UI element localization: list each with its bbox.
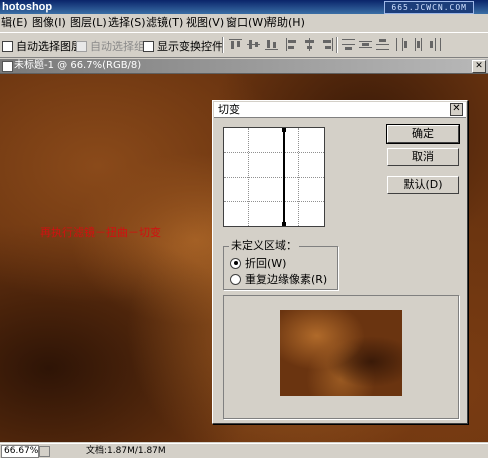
document-close-icon[interactable]: ✕: [472, 60, 486, 73]
align-left-icon[interactable]: [284, 37, 299, 52]
menu-select[interactable]: 选择(S): [108, 16, 146, 30]
menu-bar: 辑(E) 图像(I) 图层(L) 选择(S) 滤镜(T) 视图(V) 窗口(W)…: [0, 14, 488, 33]
menu-layer[interactable]: 图层(L): [70, 16, 107, 30]
zoom-field[interactable]: 66.67%: [1, 445, 39, 458]
shear-curve-line[interactable]: [283, 128, 285, 226]
show-transform-label: 显示变换控件: [157, 40, 223, 53]
status-bar: 66.67% 文档:1.87M/1.87M: [0, 443, 488, 458]
menu-help[interactable]: 帮助(H): [266, 16, 305, 30]
ok-button[interactable]: 确定: [386, 124, 460, 144]
curve-handle-bottom[interactable]: [282, 222, 286, 226]
repeat-edge-radio[interactable]: 重复边缘像素(R): [230, 271, 327, 287]
default-button[interactable]: 默认(D): [387, 176, 459, 194]
app-title: hotoshop: [2, 1, 53, 13]
wrap-around-radio[interactable]: 折回(W): [230, 255, 286, 271]
dialog-titlebar[interactable]: 切变 ✕: [214, 102, 466, 118]
align-top-icon[interactable]: [228, 37, 243, 52]
watermark-badge: 665.JCWCN.COM: [384, 1, 474, 14]
distribute-bottom-icon[interactable]: [375, 37, 390, 52]
menu-image[interactable]: 图像(I): [32, 16, 66, 30]
distribute-top-icon[interactable]: [341, 37, 356, 52]
align-right-icon[interactable]: [320, 37, 335, 52]
checkbox-icon: [76, 40, 87, 52]
menu-window[interactable]: 窗口(W): [226, 16, 267, 30]
cancel-button[interactable]: 取消: [387, 148, 459, 166]
grid-line: [224, 201, 324, 202]
options-bar: 自动选择图层 自动选择组 显示变换控件: [0, 33, 488, 58]
undefined-area-label: 未定义区域：: [229, 239, 299, 252]
grid-line: [298, 128, 299, 226]
app-titlebar: hotoshop 665.JCWCN.COM: [0, 0, 488, 14]
distribute-left-icon[interactable]: [394, 37, 409, 52]
document-title: 未标题-1 @ 66.7%(RGB/8): [14, 60, 142, 71]
repeat-edge-label: 重复边缘像素(R): [245, 273, 328, 286]
auto-select-layer-checkbox[interactable]: 自动选择图层: [2, 38, 82, 54]
radio-icon: [230, 273, 241, 285]
align-hcenter-icon[interactable]: [302, 37, 317, 52]
distribute-hcenter-icon[interactable]: [411, 37, 426, 52]
auto-select-group-label: 自动选择组: [90, 40, 145, 53]
grid-line: [224, 177, 324, 178]
document-titlebar[interactable]: 未标题-1 @ 66.7%(RGB/8) ✕: [0, 59, 488, 74]
menu-view[interactable]: 视图(V): [186, 16, 224, 30]
shear-dialog: 切变 ✕ 确定 取消 默认(D) 折回(W) 重复边缘像素(R) 未定义区域：: [212, 100, 468, 424]
preview-panel: [223, 295, 459, 419]
show-transform-checkbox[interactable]: 显示变换控件: [143, 38, 223, 54]
shear-curve-grid[interactable]: [223, 127, 325, 227]
dialog-title: 切变: [218, 103, 240, 116]
checkbox-icon: [2, 40, 13, 52]
align-vcenter-icon[interactable]: [246, 37, 261, 52]
radio-icon: [230, 257, 241, 269]
distribute-right-icon[interactable]: [428, 37, 443, 52]
undefined-area-group: 折回(W) 重复边缘像素(R): [223, 246, 338, 290]
separator: [336, 37, 338, 53]
distribute-vcenter-icon[interactable]: [358, 37, 373, 52]
document-info: 文档:1.87M/1.87M: [86, 446, 166, 456]
auto-select-layer-label: 自动选择图层: [16, 40, 82, 53]
grid-line: [248, 128, 249, 226]
grid-line: [224, 152, 324, 153]
document-icon: [2, 61, 13, 72]
checkbox-icon: [143, 40, 154, 52]
menu-edit[interactable]: 辑(E): [1, 16, 28, 30]
status-menu-icon[interactable]: [39, 446, 50, 457]
separator: [222, 37, 224, 53]
menu-filter[interactable]: 滤镜(T): [146, 16, 183, 30]
align-bottom-icon[interactable]: [264, 37, 279, 52]
preview-image: [280, 310, 402, 396]
close-icon[interactable]: ✕: [450, 103, 463, 116]
curve-handle-top[interactable]: [282, 128, 286, 132]
canvas-annotation: 再执行滤镜－扭曲－切变: [40, 226, 161, 239]
auto-select-group-checkbox[interactable]: 自动选择组: [76, 38, 145, 54]
wrap-around-label: 折回(W): [245, 257, 287, 270]
